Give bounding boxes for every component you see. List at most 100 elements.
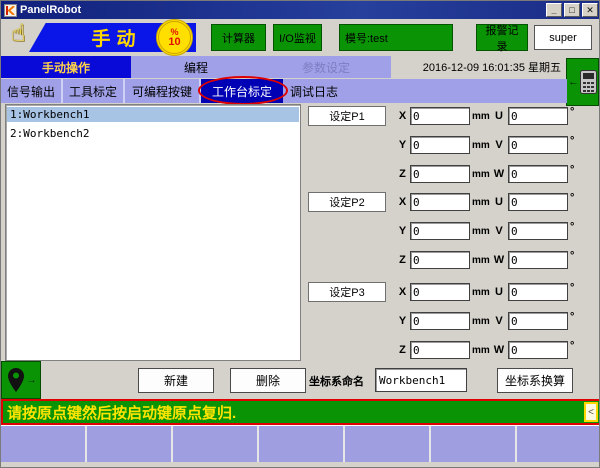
p3-v-input[interactable]	[508, 312, 568, 330]
alarm-log-button[interactable]: 报警记录	[476, 24, 528, 51]
coord-convert-button[interactable]: 坐标系换算	[497, 368, 573, 393]
unit-label: mm	[470, 111, 490, 122]
gauge-value: 10	[168, 37, 180, 48]
list-item-workbench1[interactable]: 1:Workbench1	[7, 107, 299, 122]
softkey-cell[interactable]	[87, 426, 171, 462]
p1-row-x: X mm U °	[395, 106, 574, 126]
status-message: 请按原点键然后按启动键原点复归.	[3, 402, 236, 423]
softkey-cell[interactable]	[517, 426, 600, 462]
p1-v-input[interactable]	[508, 136, 568, 154]
point-settings-panel: 设定P1 X mm U ° Y mm V ° Z mm W	[301, 101, 600, 363]
unit-label: mm	[470, 140, 490, 151]
tab-manual-operation[interactable]: 手动操作	[1, 56, 131, 78]
axis-label: W	[490, 254, 508, 266]
axis-label: W	[490, 344, 508, 356]
set-p1-button[interactable]: 设定P1	[308, 106, 386, 126]
softkey-cell[interactable]	[1, 426, 85, 462]
axis-label: Y	[395, 139, 410, 151]
speed-gauge-icon[interactable]: % 10	[156, 19, 193, 56]
arrow-right-icon: →	[27, 375, 37, 386]
axis-label: X	[395, 196, 410, 208]
axis-label: V	[490, 315, 508, 327]
p2-u-input[interactable]	[508, 193, 568, 211]
status-bar: 请按原点键然后按启动键原点复归. <	[1, 399, 600, 425]
tab-tool-calibration[interactable]: 工具标定	[63, 79, 125, 103]
tab-programming[interactable]: 编程	[131, 56, 261, 78]
coord-name-label: 坐标系命名	[309, 373, 364, 389]
p3-u-input[interactable]	[508, 283, 568, 301]
origin-position-button[interactable]: →	[1, 361, 41, 399]
axis-label: Z	[395, 344, 410, 356]
degree-label: °	[568, 311, 574, 323]
arrow-left-icon: ←	[568, 76, 579, 88]
p1-w-input[interactable]	[508, 165, 568, 183]
p3-x-input[interactable]	[410, 283, 470, 301]
p1-u-input[interactable]	[508, 107, 568, 125]
softkey-cell[interactable]	[259, 426, 343, 462]
degree-label: °	[568, 250, 574, 262]
axis-label: Y	[395, 225, 410, 237]
tab-debug-log[interactable]: 调试日志	[283, 79, 345, 103]
unit-label: mm	[470, 255, 490, 266]
keypad-icon	[580, 70, 597, 94]
p2-row-z: Z mm W °	[395, 250, 574, 270]
degree-label: °	[568, 192, 574, 204]
calculator-button[interactable]: 计算器	[211, 24, 266, 51]
workbench-list: 1:Workbench1 2:Workbench2	[5, 104, 301, 361]
set-p2-button[interactable]: 设定P2	[308, 192, 386, 212]
show-keypad-button[interactable]: ←	[566, 58, 599, 106]
io-monitor-button[interactable]: I/O监视	[273, 24, 322, 51]
p1-x-input[interactable]	[410, 107, 470, 125]
window-title: PanelRobot	[20, 1, 544, 19]
p1-row-z: Z mm W °	[395, 164, 574, 184]
p2-x-input[interactable]	[410, 193, 470, 211]
tab-workbench-calibration[interactable]: 工作台标定	[201, 79, 283, 103]
set-p3-button[interactable]: 设定P3	[308, 282, 386, 302]
axis-label: U	[490, 196, 508, 208]
unit-label: mm	[470, 287, 490, 298]
p2-z-input[interactable]	[410, 251, 470, 269]
mold-number-button[interactable]: 模号:test	[339, 24, 453, 51]
axis-label: W	[490, 168, 508, 180]
softkey-row	[1, 425, 600, 462]
p2-row-y: Y mm V °	[395, 221, 574, 241]
datetime-display: 2016-12-09 16:01:35 星期五	[423, 59, 561, 75]
axis-label: Z	[395, 168, 410, 180]
delete-button[interactable]: 删除	[230, 368, 306, 393]
softkey-cell[interactable]	[345, 426, 429, 462]
hand-pointer-icon: ☝	[11, 19, 26, 48]
softkey-cell[interactable]	[431, 426, 515, 462]
axis-label: X	[395, 286, 410, 298]
p1-z-input[interactable]	[410, 165, 470, 183]
status-collapse-button[interactable]: <	[584, 402, 598, 422]
tab-parameter-setting[interactable]: 参数设定	[261, 56, 391, 78]
toolbar: ☝ 手动 % 10 计算器 I/O监视 模号:test 报警记录 super	[1, 19, 600, 56]
p2-y-input[interactable]	[410, 222, 470, 240]
softkey-cell[interactable]	[173, 426, 257, 462]
minimize-button[interactable]: _	[546, 3, 562, 17]
p1-row-y: Y mm V °	[395, 135, 574, 155]
tab-signal-output[interactable]: 信号输出	[1, 79, 63, 103]
user-button[interactable]: super	[534, 25, 592, 50]
axis-label: V	[490, 225, 508, 237]
p2-v-input[interactable]	[508, 222, 568, 240]
title-bar: PanelRobot _ □ ✕	[1, 1, 600, 19]
location-pin-icon	[6, 367, 26, 393]
tab-programmable-keys[interactable]: 可编程按键	[125, 79, 201, 103]
p3-w-input[interactable]	[508, 341, 568, 359]
unit-label: mm	[470, 316, 490, 327]
coord-name-input[interactable]	[375, 368, 467, 392]
list-item-workbench2[interactable]: 2:Workbench2	[7, 126, 299, 141]
degree-label: °	[568, 164, 574, 176]
degree-label: °	[568, 221, 574, 233]
axis-label: V	[490, 139, 508, 151]
p1-y-input[interactable]	[410, 136, 470, 154]
degree-label: °	[568, 106, 574, 118]
maximize-button[interactable]: □	[564, 3, 580, 17]
p3-y-input[interactable]	[410, 312, 470, 330]
p2-w-input[interactable]	[508, 251, 568, 269]
close-button[interactable]: ✕	[582, 3, 598, 17]
p3-z-input[interactable]	[410, 341, 470, 359]
new-button[interactable]: 新建	[138, 368, 214, 393]
main-tab-row: 手动操作 编程 参数设定 2016-12-09 16:01:35 星期五	[1, 56, 600, 78]
